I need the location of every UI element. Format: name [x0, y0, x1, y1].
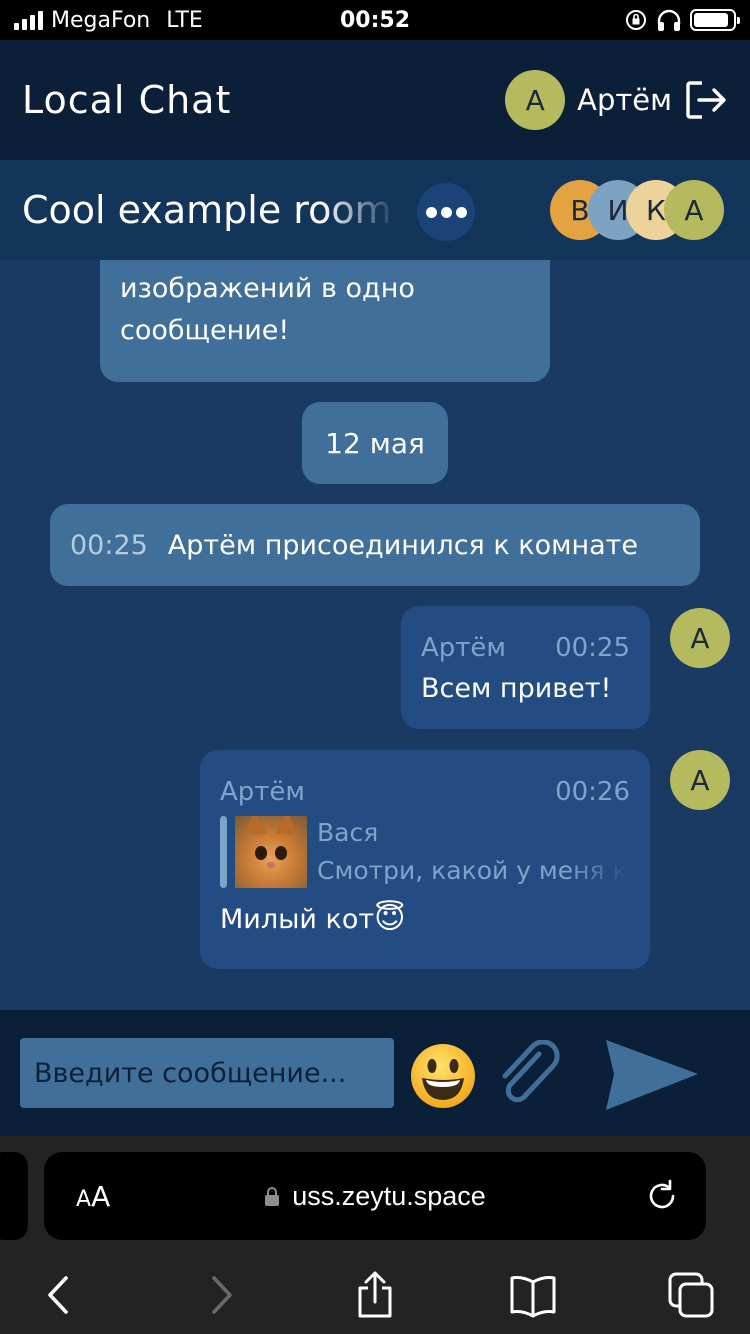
angel-emoji: 😇 — [374, 901, 406, 936]
url-text: uss.zeytu.space — [292, 1180, 486, 1211]
logout-icon[interactable] — [682, 77, 728, 123]
more-dots-icon[interactable] — [417, 183, 475, 241]
send-icon[interactable] — [600, 1034, 704, 1114]
bookmarks-icon[interactable] — [508, 1270, 558, 1320]
date-separator: 12 мая — [302, 402, 448, 484]
message-input[interactable] — [20, 1038, 394, 1108]
share-icon[interactable] — [350, 1270, 400, 1320]
message-avatar[interactable]: А — [670, 608, 730, 668]
tabs-icon[interactable] — [666, 1270, 716, 1320]
message-time: 00:25 — [555, 633, 630, 663]
chat-message[interactable]: Артём 00:25 Всем привет! — [401, 606, 650, 729]
reply-bar — [220, 816, 227, 888]
back-icon[interactable] — [34, 1270, 84, 1320]
message-text: Милый кот — [220, 904, 375, 935]
user-avatar[interactable]: А — [505, 70, 566, 130]
member-avatar[interactable]: А — [664, 180, 724, 240]
browser-toolbar — [0, 1256, 750, 1332]
message-text: Всем привет! — [421, 673, 612, 704]
battery-icon — [690, 9, 740, 31]
network-type: LTE — [166, 7, 203, 33]
current-user[interactable]: А Артём — [505, 70, 728, 130]
previous-tab[interactable] — [0, 1152, 28, 1240]
signal-icon — [14, 10, 43, 30]
message-time: 00:26 — [555, 777, 630, 807]
headphones-icon — [657, 9, 681, 31]
carrier-name: MegaFon — [51, 7, 151, 33]
status-bar: MegaFon LTE 00:52 — [0, 0, 750, 40]
message-author: Артём — [220, 777, 306, 807]
chat-message[interactable]: Артём 00:26 Вася Смотри, какой у меня ко… — [200, 750, 650, 969]
address-bar[interactable]: AA uss.zeytu.space — [44, 1152, 706, 1240]
smiley-icon[interactable] — [409, 1042, 477, 1110]
user-name: Артём — [577, 83, 672, 117]
system-message: 00:25 Артём присоединился к комнате — [50, 504, 700, 586]
rotation-lock-icon — [626, 10, 646, 30]
message-author: Артём — [421, 633, 507, 663]
browser-bar: AA uss.zeytu.space — [0, 1136, 750, 1334]
system-message-text: Артём присоединился к комнате — [167, 529, 638, 561]
app-header: Local Chat А Артём — [0, 40, 750, 160]
reply-quote[interactable]: Вася Смотри, какой у меня кот — [220, 816, 630, 888]
cat-photo[interactable] — [235, 816, 307, 888]
app-title: Local Chat — [22, 78, 232, 122]
message-list[interactable]: добавлять до 5 изображений в одно сообще… — [0, 160, 750, 1010]
room-members[interactable]: В И К А — [550, 180, 724, 240]
forward-icon[interactable] — [196, 1270, 246, 1320]
room-name: Cool example room — [22, 188, 392, 232]
reply-text: Смотри, какой у меня кот — [317, 856, 629, 885]
message-composer — [0, 1010, 750, 1136]
lock-icon — [265, 1186, 280, 1206]
paperclip-icon[interactable] — [495, 1040, 565, 1110]
system-message-time: 00:25 — [70, 529, 148, 561]
reply-author: Вася — [317, 818, 379, 847]
message-avatar[interactable]: А — [670, 750, 730, 810]
reload-icon[interactable] — [642, 1176, 682, 1216]
